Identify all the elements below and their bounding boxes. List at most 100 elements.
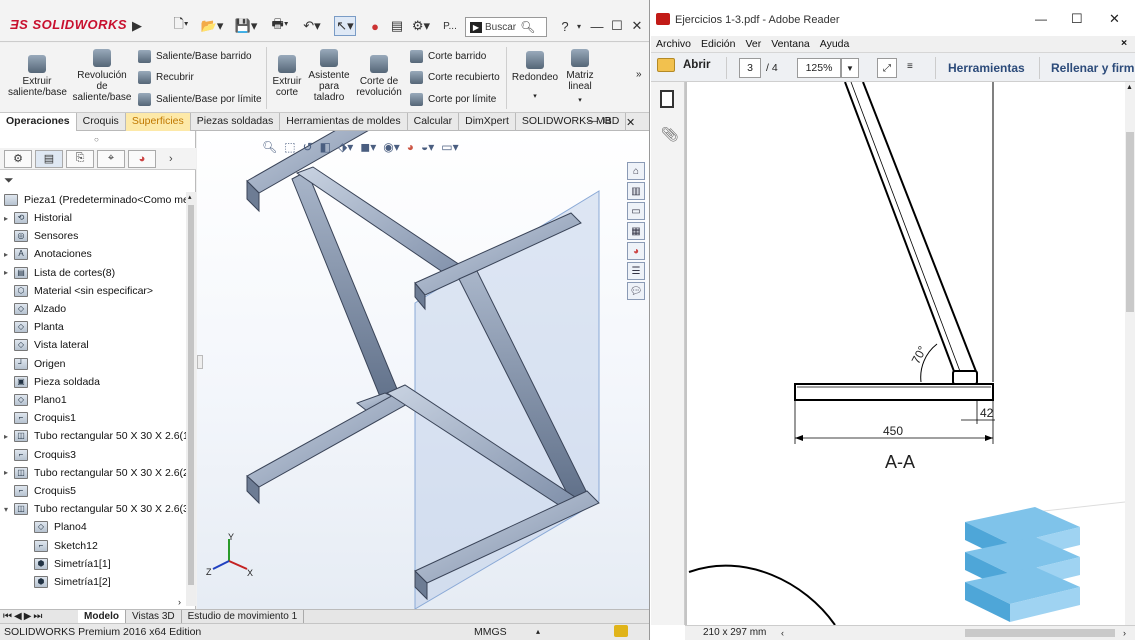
tab-superficies[interactable]: Superficies <box>125 113 191 131</box>
prev-tab-icon[interactable]: ◀ <box>14 611 22 622</box>
tree-item[interactable]: ⌐ Croquis5 <box>4 482 76 500</box>
next-tab-icon[interactable]: ▶ <box>24 611 32 622</box>
menu-ayuda[interactable]: Ayuda <box>820 38 850 50</box>
tree-item[interactable]: ▸ ◫ Tubo rectangular 50 X 30 X 2.6(2) <box>4 464 192 482</box>
property-manager-tab-icon[interactable]: ▤ <box>35 149 63 168</box>
boundary-cut-button[interactable]: Corte por límite <box>410 93 496 106</box>
tree-scroll-right-icon[interactable]: › <box>178 597 181 607</box>
tree-item[interactable]: ▣ Pieza soldada <box>4 373 100 391</box>
tab-estudio-movimiento[interactable]: Estudio de movimiento 1 <box>182 609 305 624</box>
zoom-input[interactable]: 125% <box>797 58 841 78</box>
undo-icon[interactable]: ↶▾ <box>300 16 324 36</box>
tree-item[interactable]: ⬢ Simetría1[2] <box>24 573 111 591</box>
tab-restore-icon[interactable]: ⧉ <box>604 116 611 127</box>
tab-herramientas-moldes[interactable]: Herramientas de moldes <box>280 113 408 131</box>
lofted-boss-button[interactable]: Recubrir <box>138 71 194 84</box>
display-manager-tab-icon[interactable]: ◕ <box>128 149 156 168</box>
fillet-dropdown-icon[interactable]: ▾ <box>510 91 560 102</box>
tree-scrollbar-thumb[interactable] <box>188 205 194 585</box>
swept-boss-button[interactable]: Saliente/Base barrido <box>138 50 252 63</box>
search-box[interactable]: ▶ Buscar 🔍︎ <box>465 17 547 37</box>
menu-expand-icon[interactable]: ▶ <box>130 16 144 36</box>
tree-item[interactable]: ⌐ Croquis3 <box>4 446 76 464</box>
tree-item[interactable]: ▾ ◫ Tubo rectangular 50 X 30 X 2.6(3) <box>4 500 192 518</box>
extruded-boss-button[interactable]: Extruir saliente/base <box>8 55 67 98</box>
attachments-icon[interactable]: 📎︎ <box>661 126 679 143</box>
design-library-icon[interactable]: ▥ <box>627 182 645 200</box>
tree-item[interactable]: ▸ ⟲ Historial <box>4 209 72 227</box>
page-number-input[interactable]: 3 <box>739 58 761 78</box>
first-tab-icon[interactable]: ⏮ <box>3 611 12 622</box>
tree-item[interactable]: ▸ ◫ Tubo rectangular 50 X 30 X 2.6(1) <box>4 427 192 445</box>
edit-appearance-icon[interactable]: ◕ <box>407 140 414 154</box>
custom-properties-icon[interactable]: ☰ <box>627 262 645 280</box>
filter-icon[interactable]: ⏷ <box>4 173 14 188</box>
tree-item[interactable]: ◇ Plano4 <box>24 518 87 536</box>
menu-archivo[interactable]: Archivo <box>656 38 691 50</box>
page-thumbnails-icon[interactable] <box>660 90 674 108</box>
tab-navigation-arrows[interactable]: ⏮ ◀ ▶ ⏭ <box>0 611 78 622</box>
scrollbar-thumb[interactable] <box>1126 132 1134 312</box>
reader-maximize-button[interactable]: ☐ <box>1071 11 1083 27</box>
fillet-button[interactable]: Redondeo ▾ <box>510 51 560 102</box>
save-icon[interactable]: 💾▾ <box>234 16 258 36</box>
last-tab-icon[interactable]: ⏭ <box>33 611 42 622</box>
hole-wizard-button[interactable]: Asistente para taladro <box>306 49 352 103</box>
section-view-icon[interactable]: ◧ <box>320 140 331 154</box>
zoom-dropdown-icon[interactable]: ▼ <box>841 58 859 78</box>
tree-item[interactable]: ┘ Origen <box>4 355 66 373</box>
rebuild-status-icon[interactable] <box>614 625 628 637</box>
menu-ventana[interactable]: Ventana <box>771 38 810 50</box>
help-button[interactable]: ? <box>558 16 572 36</box>
hscroll-thumb[interactable] <box>965 629 1115 637</box>
graphics-area[interactable] <box>197 100 649 610</box>
tree-item[interactable]: ◇ Vista lateral <box>4 336 89 354</box>
menu-ver[interactable]: Ver <box>745 38 761 50</box>
hscroll-right-icon[interactable]: › <box>1123 626 1126 640</box>
pdf-document-view[interactable]: 70° 42 450 A-A <box>685 82 1125 625</box>
menu-edicion[interactable]: Edición <box>701 38 735 50</box>
quick-p-button[interactable]: P... <box>440 16 460 36</box>
apply-scene-icon[interactable]: ◒▾ <box>421 140 434 154</box>
file-properties-icon[interactable]: ▤ <box>388 16 406 36</box>
linear-pattern-button[interactable]: Matriz lineal ▾ <box>560 49 600 106</box>
forum-icon[interactable]: 💬︎ <box>627 282 645 300</box>
solidworks-resources-icon[interactable]: ⌂ <box>627 162 645 180</box>
configuration-manager-tab-icon[interactable]: ⎘ <box>66 149 94 168</box>
tree-item[interactable]: ◇ Planta <box>4 318 64 336</box>
tab-piezas-soldadas[interactable]: Piezas soldadas <box>191 113 281 131</box>
units-dropdown-icon[interactable]: ▴ <box>536 624 540 640</box>
tree-item[interactable]: ▸ A Anotaciones <box>4 245 92 263</box>
view-palette-icon[interactable]: ▦ <box>627 222 645 240</box>
help-dropdown-icon[interactable]: ▾ <box>574 16 584 36</box>
revolved-cut-button[interactable]: Corte de revolución <box>354 55 404 98</box>
rebuild-icon[interactable]: ● <box>368 16 382 36</box>
open-document-icon[interactable]: 📂▾ <box>200 16 224 36</box>
pane-splitter-dot[interactable]: ○ <box>94 135 99 144</box>
scroll-up-icon[interactable]: ▲ <box>1126 84 1133 91</box>
dimxpert-manager-tab-icon[interactable]: ⌖ <box>97 149 125 168</box>
tree-item[interactable]: ⌐ Sketch12 <box>24 537 98 555</box>
view-orientation-icon[interactable]: ⬗▾ <box>338 140 353 154</box>
new-document-icon[interactable]: 🗋▾ <box>170 16 192 36</box>
units-label[interactable]: MMGS <box>474 624 507 640</box>
tree-expand-icon[interactable]: ▸ <box>4 214 14 223</box>
print-icon[interactable]: 🖶▾ <box>268 16 292 36</box>
tree-item[interactable]: ◎ Sensores <box>4 227 78 245</box>
tree-item[interactable]: ⬢ Simetría1[1] <box>24 555 111 573</box>
zoom-to-fit-icon[interactable]: 🔍︎ <box>262 140 277 154</box>
fit-page-icon[interactable]: ⤢ <box>877 58 897 78</box>
tree-item[interactable]: ▸ ▤ Lista de cortes(8) <box>4 264 115 282</box>
tree-expand-icon[interactable]: ▸ <box>4 250 14 259</box>
pane-more-icon[interactable]: › <box>169 153 173 165</box>
tab-calcular[interactable]: Calcular <box>408 113 460 131</box>
boundary-boss-button[interactable]: Saliente/Base por límite <box>138 93 262 106</box>
reader-close-button[interactable]: ✕ <box>1109 11 1120 27</box>
hscroll-left-icon[interactable]: ‹ <box>781 626 784 640</box>
viewport-splitter-handle[interactable] <box>197 355 203 369</box>
maximize-button[interactable]: ☐ <box>610 16 624 36</box>
tree-item[interactable]: ◇ Alzado <box>4 300 66 318</box>
tree-item[interactable]: ◇ Plano1 <box>4 391 67 409</box>
tab-minimize-icon[interactable]: — <box>588 116 598 127</box>
tree-expand-icon[interactable]: ▸ <box>4 432 14 441</box>
